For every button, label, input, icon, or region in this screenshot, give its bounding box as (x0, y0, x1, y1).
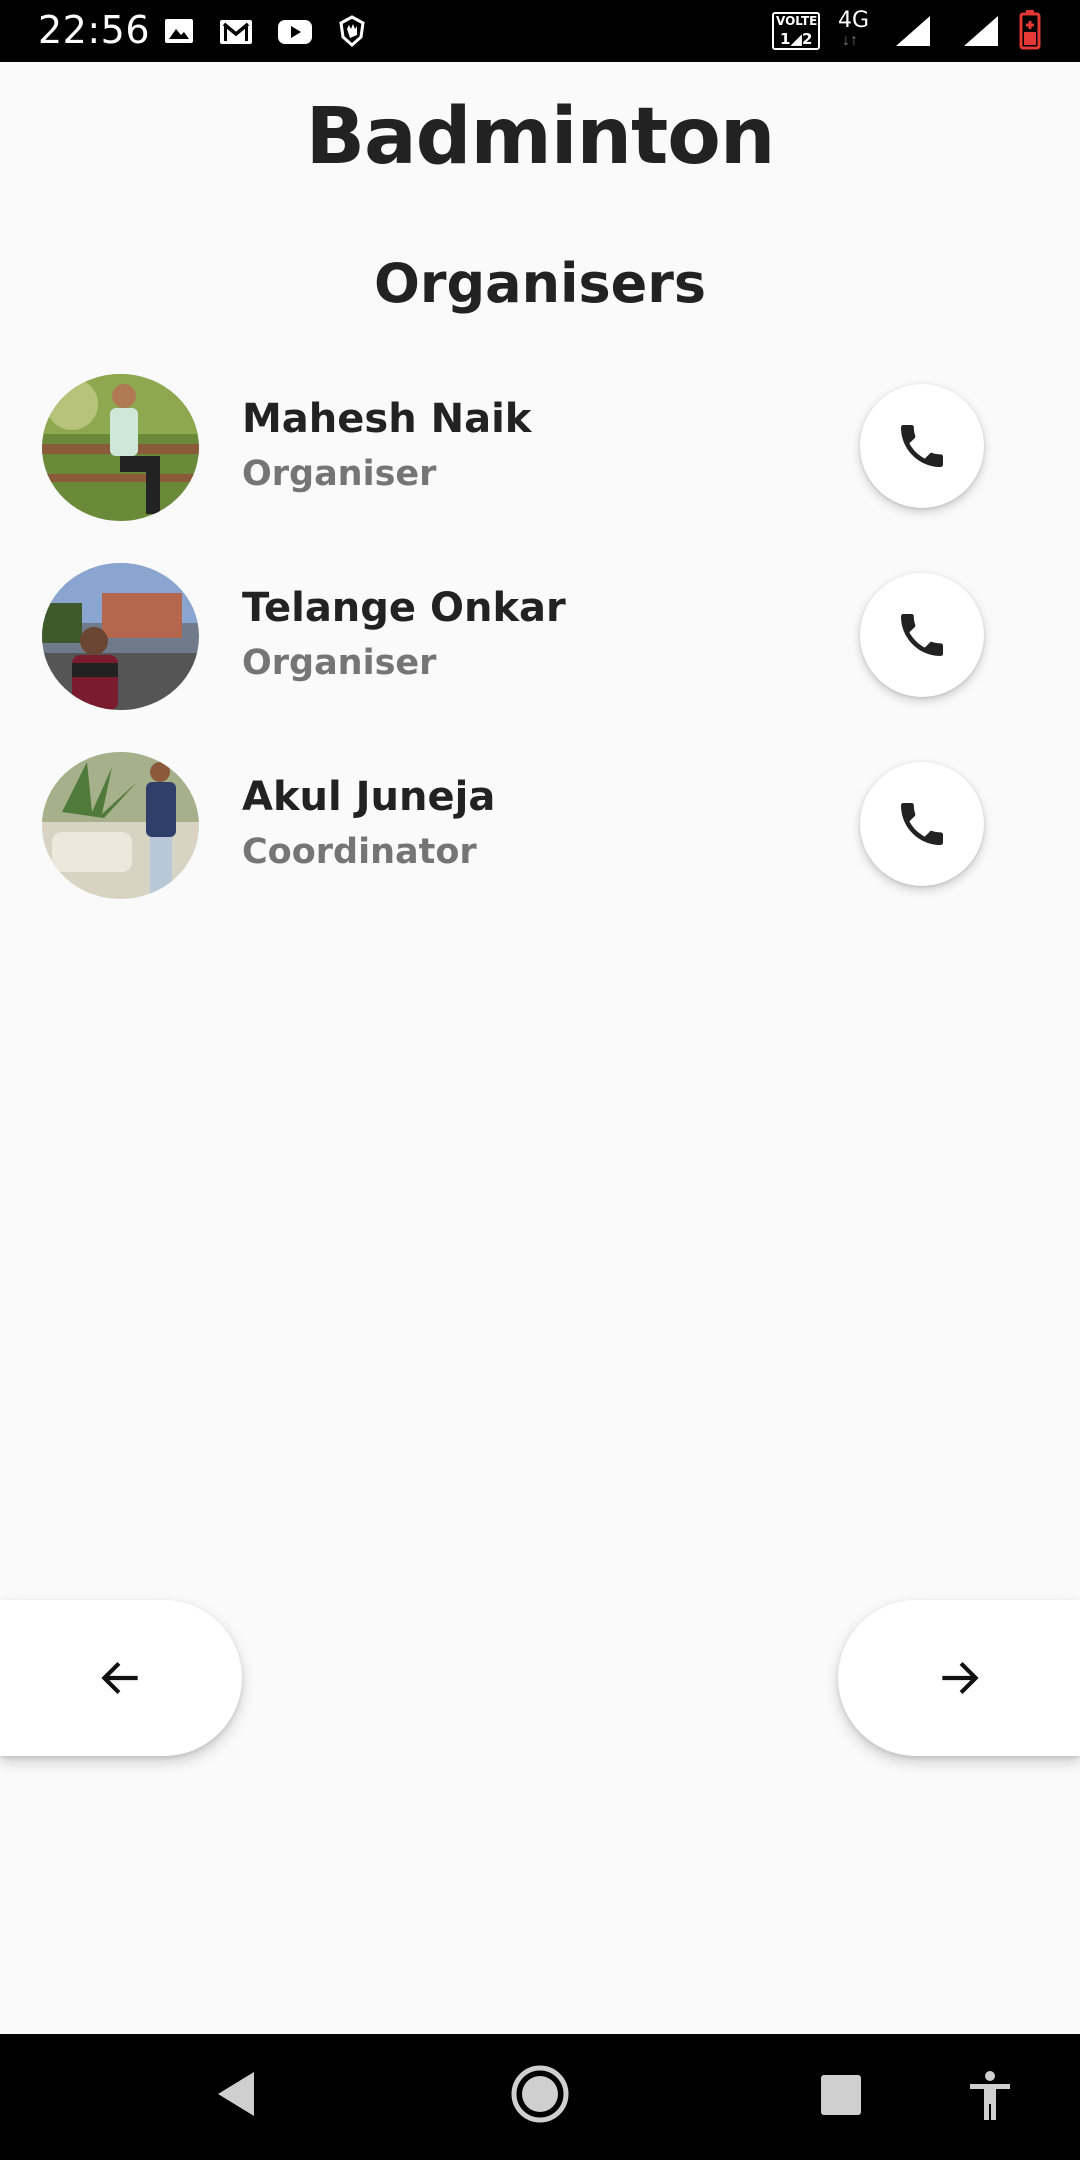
image-icon (165, 19, 193, 43)
contact-role: Coordinator (242, 832, 477, 872)
network-label: 4G (838, 8, 870, 33)
status-time: 22:56 (38, 8, 151, 52)
page-title: Badminton (305, 92, 776, 182)
status-bar: 22:56 VOLTE 1◢2 4G ↓↑ (0, 0, 1080, 62)
accessibility-icon[interactable] (966, 2070, 1014, 2122)
recents-icon[interactable] (820, 2074, 862, 2116)
arrow-left-icon (101, 1661, 138, 1695)
arrow-right-icon (942, 1661, 979, 1695)
phone-icon (901, 614, 943, 656)
system-nav-bar (0, 2034, 1080, 2160)
contact-role: Organiser (242, 454, 437, 494)
call-button[interactable] (860, 384, 984, 508)
volte-icon: VOLTE 1◢2 (772, 12, 820, 50)
contact-name: Akul Juneja (242, 774, 496, 820)
home-icon[interactable] (510, 2064, 570, 2124)
call-button[interactable] (860, 573, 984, 697)
contact-row: Akul Juneja Coordinator (0, 752, 1080, 902)
hand-shield-icon (339, 15, 365, 48)
contact-row: Telange Onkar Organiser (0, 563, 1080, 713)
phone-icon (901, 803, 943, 845)
network-4g-icon: 4G ↓↑ (838, 8, 870, 49)
volte-label: VOLTE (776, 14, 818, 28)
signal-icon (964, 16, 998, 46)
call-button[interactable] (860, 762, 984, 886)
youtube-icon (278, 20, 312, 44)
contact-role: Organiser (242, 643, 437, 683)
contact-name: Telange Onkar (242, 585, 566, 631)
gmail-icon (220, 20, 252, 44)
avatar (42, 374, 199, 521)
section-title: Organisers (373, 252, 707, 315)
back-icon[interactable] (214, 2068, 258, 2120)
previous-button[interactable] (0, 1600, 242, 1756)
screen: 22:56 VOLTE 1◢2 4G ↓↑ Badminton Organise… (0, 0, 1080, 2160)
avatar (42, 563, 199, 710)
contact-name: Mahesh Naik (242, 396, 532, 442)
next-button[interactable] (838, 1600, 1080, 1756)
avatar (42, 752, 199, 899)
signal-icon (896, 16, 930, 46)
phone-icon (901, 425, 943, 467)
contact-row: Mahesh Naik Organiser (0, 374, 1080, 524)
battery-icon (1019, 10, 1041, 50)
